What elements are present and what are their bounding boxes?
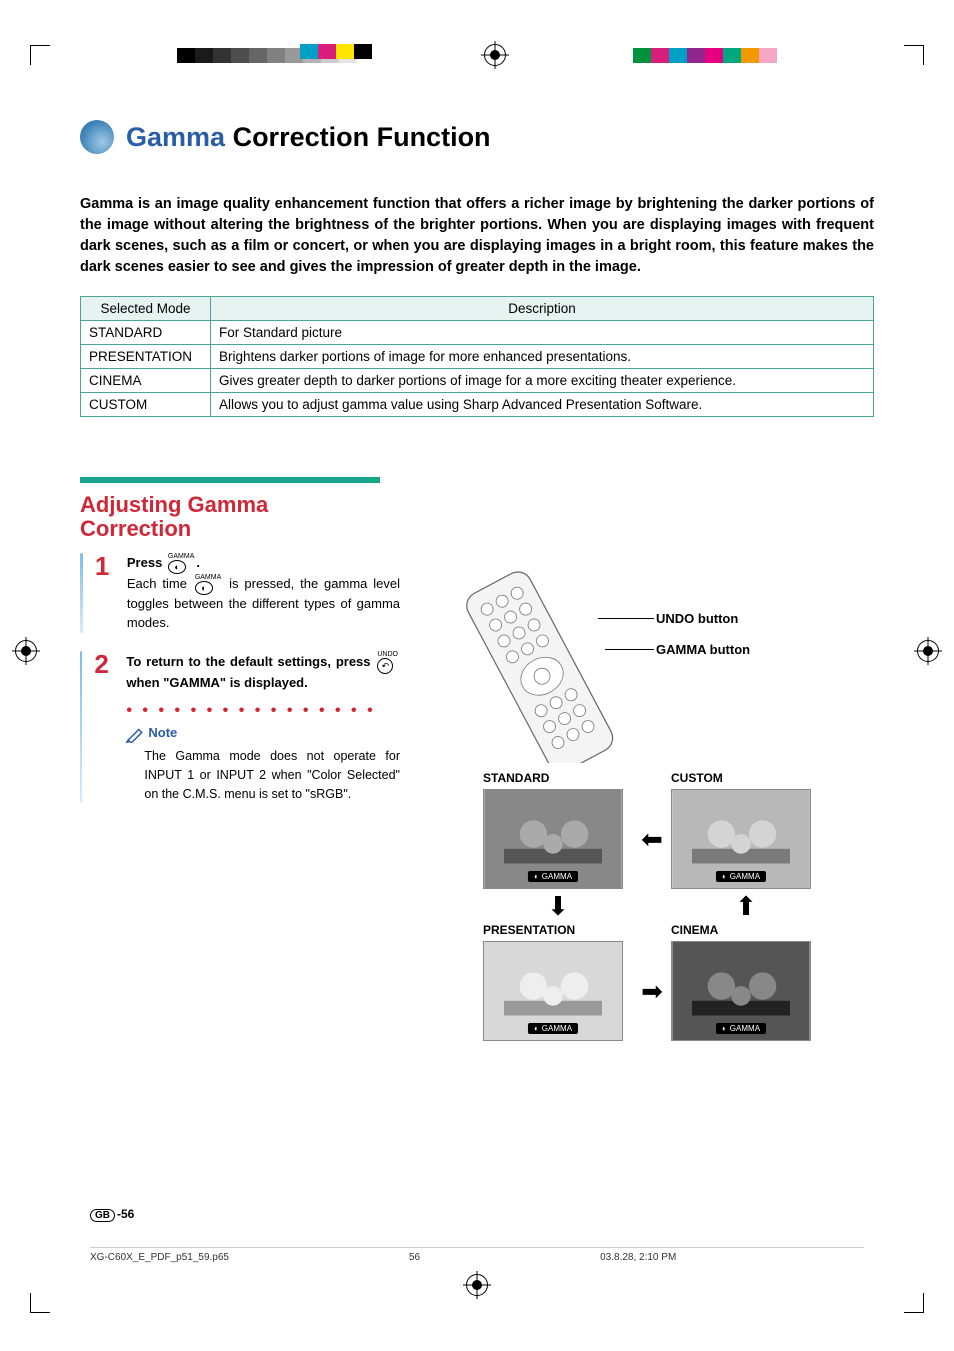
step-2: 2 To return to the default settings, pre…: [80, 651, 400, 803]
table-row: STANDARDFor Standard picture: [81, 321, 874, 345]
crop-corner-bl: [30, 1293, 50, 1313]
crop-marks-bottom: [30, 1293, 924, 1313]
thumb-custom: ◐ GAMMA: [671, 789, 811, 889]
step-number: 2: [94, 651, 116, 803]
print-metadata: XG-C60X_E_PDF_p51_59.p65 56 03.8.28, 2:1…: [90, 1247, 864, 1263]
note-label: Note: [148, 724, 177, 743]
gamma-tag-icon: ◐ GAMMA: [716, 1023, 766, 1034]
print-page: 56: [409, 1252, 420, 1263]
intro-paragraph: Gamma is an image quality enhancement fu…: [80, 194, 874, 278]
heading-bullet-icon: [80, 120, 114, 154]
title-blue: Gamma: [126, 122, 225, 152]
note-icon: [126, 725, 144, 743]
table-row: PRESENTATIONBrightens darker portions of…: [81, 345, 874, 369]
print-filename: XG-C60X_E_PDF_p51_59.p65: [90, 1252, 229, 1263]
step1-lead-b: .: [196, 555, 200, 570]
note-header: Note: [126, 724, 400, 743]
step1-lead-a: Press: [127, 555, 166, 570]
title-black: Correction Function: [225, 122, 491, 152]
color-bar: [633, 48, 777, 63]
gamma-button-icon: GAMMA◐: [195, 574, 221, 595]
step2-lead-a: To return to the default settings, press: [126, 654, 375, 669]
registration-mark-top: [484, 44, 506, 66]
step1-body-a: Each time: [127, 576, 193, 591]
arrow-right-icon: ➡: [637, 941, 667, 1041]
undo-button-icon: UNDO↶: [377, 651, 398, 674]
thumb-presentation: ◐ GAMMA: [483, 941, 623, 1041]
gamma-thumbnails: STANDARD CUSTOM ◐ GAMMA ⬅ ◐ GAMMA ⬇ ⬆ PR…: [430, 771, 874, 1041]
crop-marks-top: [0, 40, 954, 70]
crop-corner-br: [904, 1293, 924, 1313]
crop-corner-tr: [904, 45, 924, 65]
table-row: CINEMAGives greater depth to darker port…: [81, 369, 874, 393]
thumb-cinema: ◐ GAMMA: [671, 941, 811, 1041]
page-number: -56: [117, 1207, 134, 1221]
gamma-tag-icon: ◐ GAMMA: [528, 1023, 578, 1034]
thumb-label-cinema: CINEMA: [671, 923, 821, 937]
gb-badge: GB: [90, 1209, 115, 1222]
section-heading: Adjusting Gamma Correction: [80, 493, 380, 541]
cmyk-bar: [300, 44, 372, 59]
section-divider: [80, 477, 380, 483]
arrow-left-icon: ⬅: [637, 789, 667, 889]
callout-undo: UNDO button: [656, 611, 738, 626]
callout-line: [598, 618, 654, 619]
registration-mark-left: [15, 640, 37, 662]
table-row: CUSTOMAllows you to adjust gamma value u…: [81, 393, 874, 417]
print-timestamp: 03.8.28, 2:10 PM: [600, 1252, 676, 1263]
callout-line: [605, 649, 654, 650]
page-title: Gamma Correction Function: [80, 120, 874, 154]
gamma-tag-icon: ◐ GAMMA: [716, 871, 766, 882]
step-rail-icon: [80, 651, 82, 803]
thumb-standard: ◐ GAMMA: [483, 789, 623, 889]
gamma-tag-icon: ◐ GAMMA: [528, 871, 578, 882]
registration-mark-right: [917, 640, 939, 662]
arrow-up-icon: ⬆: [671, 893, 821, 919]
crop-corner-tl: [30, 45, 50, 65]
th-desc: Description: [211, 297, 874, 321]
thumb-label-presentation: PRESENTATION: [483, 923, 633, 937]
thumb-label-custom: CUSTOM: [671, 771, 821, 785]
gamma-button-icon: GAMMA◐: [168, 553, 194, 574]
step-1: 1 Press GAMMA◐. Each time GAMMA◐ is pres…: [80, 553, 400, 633]
page-footer: GB-56: [90, 1207, 134, 1221]
thumb-label-standard: STANDARD: [483, 771, 633, 785]
step2-lead-b: when "GAMMA" is displayed.: [126, 675, 307, 690]
th-mode: Selected Mode: [81, 297, 211, 321]
step-number: 1: [95, 553, 117, 633]
remote-illustration: UNDO button GAMMA button: [430, 553, 874, 763]
dotted-divider: • • • • • • • • • • • • • • • •: [126, 699, 400, 722]
modes-table: Selected Mode Description STANDARDFor St…: [80, 296, 874, 417]
arrow-down-icon: ⬇: [483, 893, 633, 919]
callout-gamma: GAMMA button: [656, 642, 750, 657]
step-rail-icon: [80, 553, 83, 633]
note-body: The Gamma mode does not operate for INPU…: [144, 747, 400, 803]
remote-svg: [430, 553, 680, 763]
